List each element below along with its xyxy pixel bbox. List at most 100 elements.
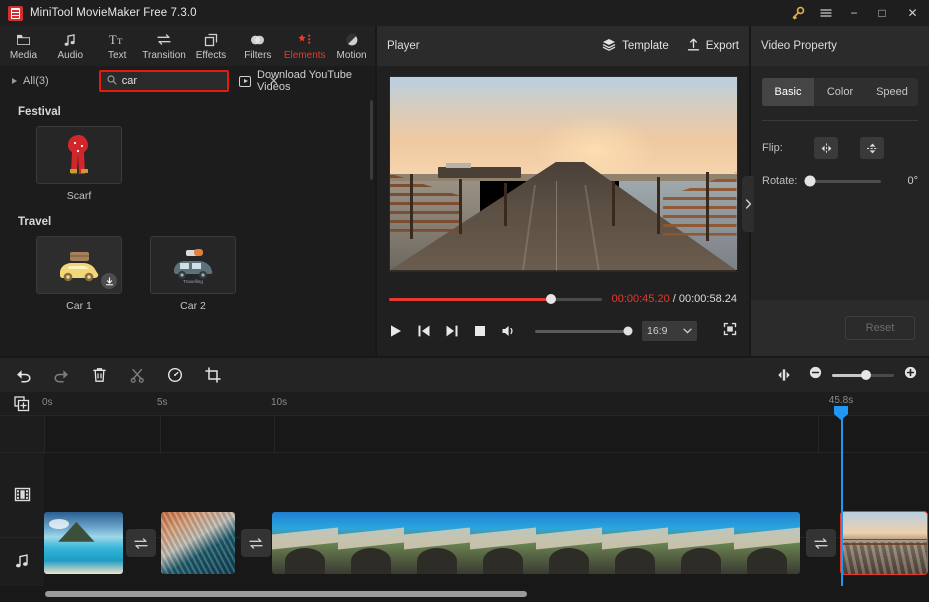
clip-pier[interactable] [840,511,928,575]
transport-controls: 16:9 [389,321,737,341]
undo-button[interactable] [12,364,34,386]
film-strip-icon [14,486,31,503]
previous-frame-button[interactable] [417,323,431,339]
rotate-handle[interactable] [804,175,816,187]
redo-button[interactable] [50,364,72,386]
youtube-icon [238,75,252,87]
clip-thumbnail [668,512,734,574]
category-all-label: All(3) [23,75,49,87]
export-button[interactable]: Export [687,38,739,55]
element-card-car-2[interactable]: Travelling Car 2 [144,236,242,312]
fullscreen-button[interactable] [723,322,737,341]
add-media-icon[interactable] [14,396,30,412]
tab-media[interactable]: Media [0,28,47,61]
element-thumbnail [36,126,122,184]
aspect-ratio-select[interactable]: 16:9 [642,321,697,341]
tab-speed[interactable]: Speed [866,78,918,106]
time-separator: / [669,293,679,305]
fit-to-screen-icon[interactable] [773,364,795,386]
playhead-time-label: 45.8s [828,395,854,406]
tab-motion-label: Motion [336,50,367,61]
clip-thumbnail [272,512,338,574]
reset-button[interactable]: Reset [845,316,915,340]
volume-button[interactable] [501,323,517,339]
template-button[interactable]: Template [602,38,669,54]
total-time: 00:00:58.24 [678,293,737,305]
timeline-ruler[interactable]: 0s 5s 10s 45.8s [0,392,929,420]
tab-text[interactable]: TT Text [94,28,141,61]
delete-button[interactable] [88,364,110,386]
element-label: Scarf [66,190,92,202]
flip-vertical-icon[interactable] [860,137,884,159]
next-frame-button[interactable] [445,323,459,339]
transition-3[interactable] [806,529,836,557]
timeline-zoom-controls [773,364,917,386]
category-all-toggle[interactable]: All(3) [6,75,93,87]
element-thumbnail: Travelling [150,236,236,294]
transition-1[interactable] [126,529,156,557]
group-title-travel: Travel [18,216,52,228]
zoom-handle[interactable] [861,370,872,380]
transition-2[interactable] [241,529,271,557]
download-element-button[interactable] [101,273,117,289]
tab-basic[interactable]: Basic [762,78,814,106]
volume-handle[interactable] [623,326,633,336]
tab-audio[interactable]: Audio [47,28,94,61]
hamburger-menu-icon[interactable] [812,0,840,26]
tab-color[interactable]: Color [814,78,866,106]
element-thumbnail [36,236,122,294]
zoom-in-button[interactable] [904,366,917,384]
timeline-grid-line [44,416,45,452]
tab-filters[interactable]: Filters [234,28,281,61]
crop-button[interactable] [202,364,224,386]
svg-text:T: T [117,36,123,46]
key-icon[interactable] [784,0,812,26]
play-button[interactable] [389,323,403,339]
seek-handle[interactable] [545,294,556,304]
track-gutter [0,416,44,586]
stop-button[interactable] [473,323,487,339]
search-box[interactable]: ✕ [98,70,279,92]
player-title: Player [387,40,420,52]
rotate-label: Rotate: [762,175,798,187]
timeline-grid-line [818,416,819,452]
clip-coast[interactable] [272,512,800,574]
tab-transition[interactable]: Transition [141,28,188,61]
flip-row: Flip: [762,137,918,159]
library-scrollbar[interactable] [370,100,373,180]
tab-elements[interactable]: Elements [281,28,328,61]
element-card-car-1[interactable]: Car 1 [30,236,128,312]
timeline-tracks [0,416,929,586]
clip-beach[interactable] [44,512,123,574]
volume-slider[interactable] [534,326,633,336]
timeline-horizontal-scrollbar[interactable] [45,591,527,597]
flip-horizontal-icon[interactable] [814,137,838,159]
seek-progress [389,297,551,301]
playhead-line[interactable] [841,416,843,586]
zoom-slider[interactable] [832,370,894,380]
player-header-actions: Template Export [602,38,739,55]
clip-city[interactable] [161,512,235,574]
close-button[interactable]: ✕ [896,0,929,26]
music-note-icon [14,553,31,570]
element-card-scarf[interactable]: Scarf [30,126,128,202]
property-divider [762,120,918,121]
zoom-out-button[interactable] [809,366,822,384]
speed-button[interactable] [164,364,186,386]
current-time: 00:00:45.20 [611,293,670,305]
panel-collapse-button[interactable] [742,176,754,232]
video-preview[interactable] [388,75,738,272]
rotate-slider[interactable] [804,175,882,187]
video-property-header: Video Property [751,26,929,66]
minimize-button[interactable]: − [840,0,868,26]
tab-effects[interactable]: Effects [188,28,235,61]
tab-transition-label: Transition [142,50,186,61]
maximize-button[interactable]: □ [868,0,896,26]
rotate-value: 0° [907,175,918,187]
clear-x-icon[interactable]: ✕ [269,75,279,87]
seek-bar[interactable] [389,294,602,304]
split-button[interactable] [126,364,148,386]
tab-motion[interactable]: Motion [328,28,375,61]
app-window: MiniTool MovieMaker Free 7.3.0 − □ ✕ Med… [0,0,929,602]
tab-effects-label: Effects [195,50,227,61]
